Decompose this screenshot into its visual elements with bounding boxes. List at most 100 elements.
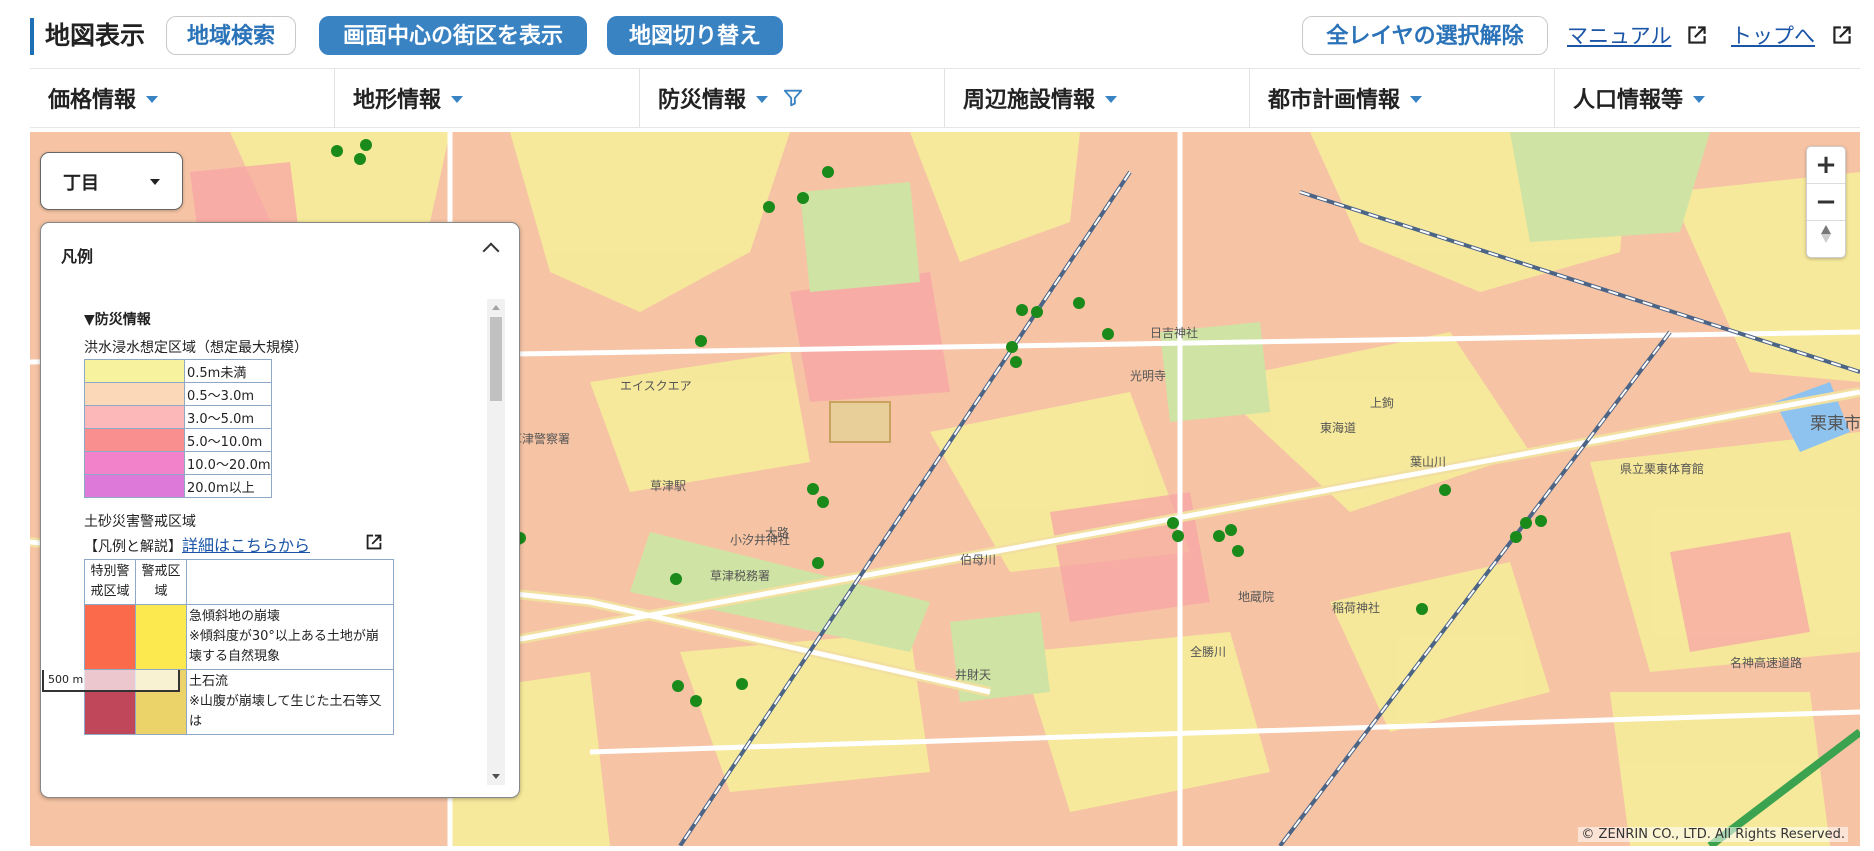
flood-range-label: 10.0〜20.0m [184,451,272,475]
zoom-out-button[interactable]: − [1807,184,1845,221]
svg-text:エイスクエア: エイスクエア [620,379,692,393]
caret-down-icon [451,95,464,103]
legend-panel: 凡例 ▼防災情報 洪水浸水想定区域（想定最大規模） 0.5m未満 0.5〜3.0… [40,222,520,798]
menu-population-info[interactable]: 人口情報等 [1555,69,1860,127]
flood-row: 0.5m未満 [84,359,272,383]
color-swatch [84,604,136,670]
legend-section-title: ▼防災情報 [84,312,151,328]
menu-label: 価格情報 [48,88,137,113]
menu-label: 地形情報 [353,88,442,113]
landslide-desc: 急傾斜地の崩壊 ※傾斜度が30°以上ある土地が崩壊する自然現象 [186,604,394,670]
landslide-detail-link[interactable]: 詳細はこちらから [182,536,310,555]
svg-text:大路: 大路 [765,525,789,540]
scroll-up-icon[interactable] [492,305,500,310]
color-swatch [135,604,187,670]
flood-title: 洪水浸水想定区域（想定最大規模） [84,340,308,356]
caret-down-icon [1105,95,1118,103]
svg-text:稲荷神社: 稲荷神社 [1332,600,1380,615]
clear-all-layers-button[interactable]: 全レイヤの選択解除 [1302,16,1548,55]
color-swatch [84,405,185,429]
caret-down-icon [1693,95,1706,103]
external-link-icon[interactable] [363,531,385,553]
chevron-down-icon [150,179,160,185]
show-center-block-button[interactable]: 画面中心の街区を表示 [319,16,587,55]
flood-row: 5.0〜10.0m [84,428,272,452]
flood-range-label: 20.0m以上 [184,474,272,498]
switch-map-button[interactable]: 地図切り替え [607,16,783,55]
flood-row: 20.0m以上 [84,474,272,498]
flood-range-label: 5.0〜10.0m [184,428,272,452]
landslide-title: 土砂災害警戒区域 [84,514,196,530]
color-swatch [84,428,185,452]
svg-text:全勝川: 全勝川 [1190,644,1226,659]
landslide-header-row: 特別警戒区域 警戒区域 [84,559,394,605]
menu-disaster-info[interactable]: 防災情報 [640,69,945,127]
compass-icon [1821,225,1831,243]
top-link[interactable]: トップへ [1731,20,1815,52]
area-level-select[interactable]: 丁目 [40,152,183,210]
svg-text:上鉤: 上鉤 [1370,395,1394,410]
header-warning-zone: 警戒区域 [135,559,187,605]
svg-text:葉山川: 葉山川 [1410,455,1446,469]
header-special-zone: 特別警戒区域 [84,559,136,605]
title-accent-bar [30,18,34,55]
landslide-legend-table: 特別警戒区域 警戒区域 急傾斜地の崩壊 ※傾斜度が30°以上ある土地が崩壊する自… [84,559,394,735]
menu-label: 周辺施設情報 [963,88,1096,113]
compass-reset-button[interactable] [1807,221,1845,257]
area-level-value: 丁目 [63,173,99,194]
menu-label: 都市計画情報 [1268,88,1401,113]
landslide-desc: 土石流 ※山腹が崩壊して生じた土石等又は [186,669,394,735]
svg-text:名神高速道路: 名神高速道路 [1730,655,1802,670]
flood-row: 0.5〜3.0m [84,382,272,406]
svg-text:草津税務署: 草津税務署 [710,569,770,583]
menu-label: 防災情報 [658,88,747,113]
zoom-in-button[interactable]: + [1807,147,1845,184]
category-menu: 価格情報 地形情報 防災情報 周辺施設情報 都市計画情報 人口情報等 [30,68,1860,128]
menu-terrain-info[interactable]: 地形情報 [335,69,640,127]
color-swatch [84,382,185,406]
flood-row: 10.0〜20.0m [84,451,272,475]
legend-content: ▼防災情報 洪水浸水想定区域（想定最大規模） 0.5m未満 0.5〜3.0m 3… [81,299,475,785]
svg-text:県立栗東体育館: 県立栗東体育館 [1620,461,1704,476]
scale-bar: 500 m [42,670,180,692]
header-blank [186,559,394,605]
flood-row: 3.0〜5.0m [84,405,272,429]
svg-text:地蔵院: 地蔵院 [1238,590,1274,604]
color-swatch [84,474,185,498]
color-swatch [84,451,185,475]
flood-range-label: 3.0〜5.0m [184,405,272,429]
legend-scrollbar[interactable] [487,299,505,785]
filter-icon[interactable] [782,87,804,109]
scroll-down-icon[interactable] [492,774,500,779]
map-copyright: © ZENRIN CO., LTD. All Rights Reserved. [1578,827,1848,842]
menu-label: 人口情報等 [1573,88,1684,113]
scroll-thumb[interactable] [490,317,502,401]
svg-text:栗東市: 栗東市 [1810,414,1860,434]
caret-down-icon [1410,95,1423,103]
external-link-icon[interactable] [1829,22,1855,48]
landslide-prefix: 【凡例と解説】 [84,539,182,555]
header: 地図表示 地域検索 画面中心の街区を表示 地図切り替え 全レイヤの選択解除 マニ… [0,0,1874,68]
flood-range-label: 0.5m未満 [184,359,272,383]
area-search-button[interactable]: 地域検索 [166,16,296,55]
caret-down-icon [146,95,159,103]
svg-text:井財天: 井財天 [955,667,991,682]
menu-nearby-facilities[interactable]: 周辺施設情報 [945,69,1250,127]
external-link-icon[interactable] [1684,22,1710,48]
landslide-subtitle: 【凡例と解説】詳細はこちらから [84,532,310,556]
menu-city-planning[interactable]: 都市計画情報 [1250,69,1555,127]
flood-legend-table: 0.5m未満 0.5〜3.0m 3.0〜5.0m 5.0〜10.0m 10.0〜… [84,359,272,498]
svg-text:草津駅: 草津駅 [650,479,686,493]
svg-text:日吉神社: 日吉神社 [1150,325,1198,340]
svg-text:伯母川: 伯母川 [960,552,996,567]
menu-price-info[interactable]: 価格情報 [30,69,335,127]
map-canvas[interactable]: 草津警察署 草津駅 エイスクエア 小汐井神社 草津税務署 地蔵院 稲荷神社 日吉… [30,132,1860,846]
svg-text:東海道: 東海道 [1320,420,1356,435]
chevron-up-icon[interactable] [482,242,500,260]
manual-link[interactable]: マニュアル [1567,20,1671,52]
svg-text:光明寺: 光明寺 [1130,369,1166,383]
landslide-row: 急傾斜地の崩壊 ※傾斜度が30°以上ある土地が崩壊する自然現象 [84,604,394,670]
legend-title: 凡例 [61,247,94,266]
caret-down-icon [756,95,769,103]
color-swatch [84,359,185,383]
